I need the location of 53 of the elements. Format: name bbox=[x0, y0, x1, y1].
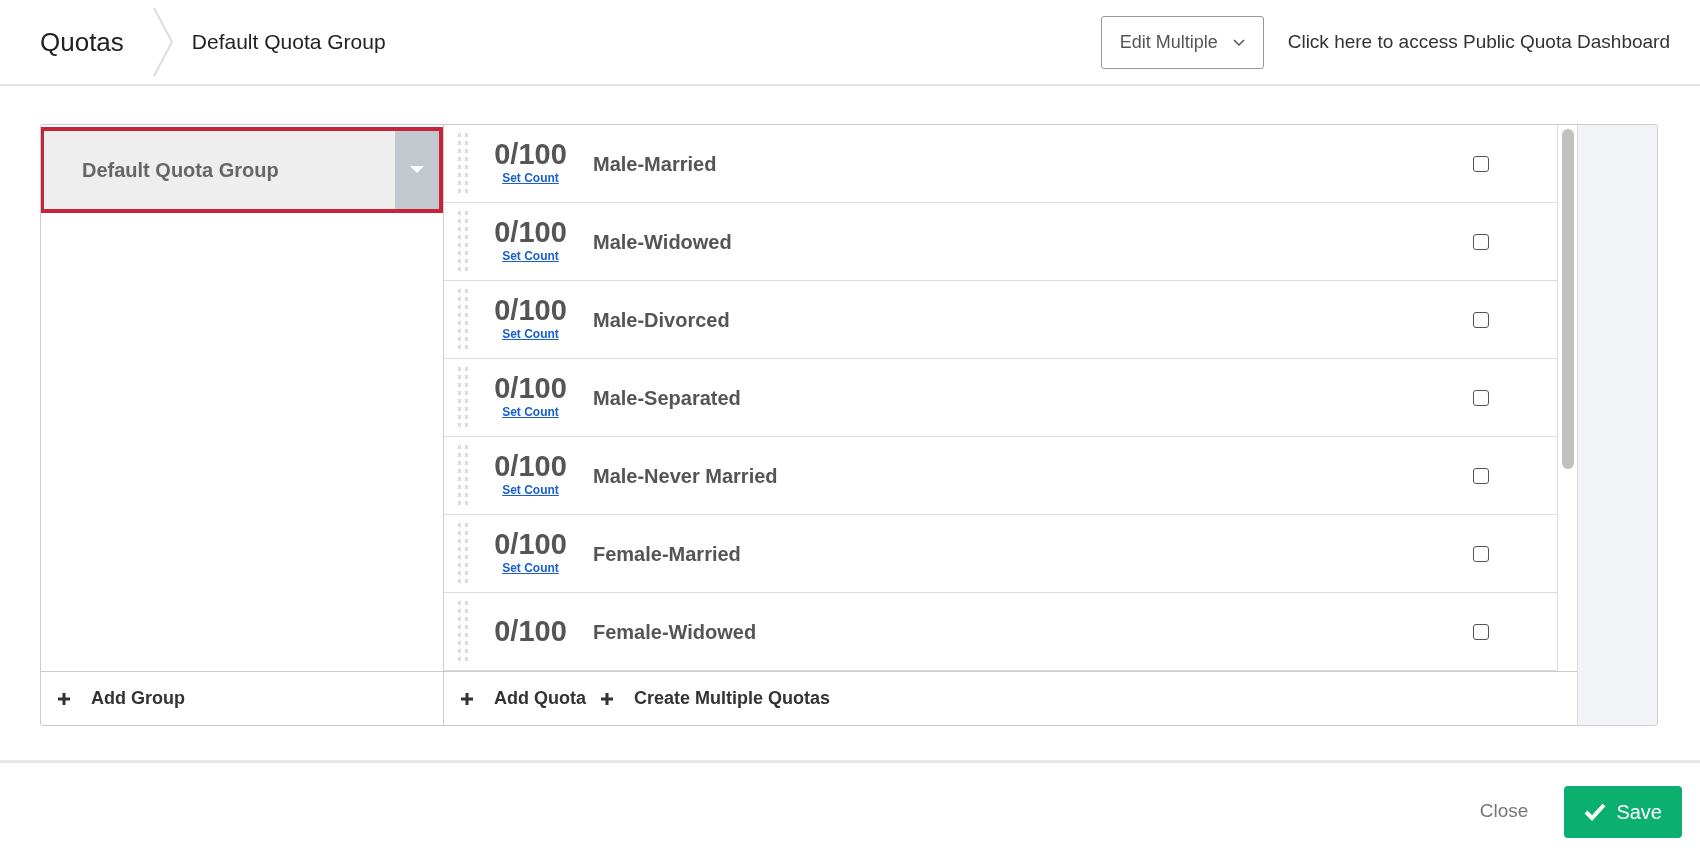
quota-name[interactable]: Female-Married bbox=[593, 538, 1473, 569]
plus-icon bbox=[600, 691, 614, 706]
dashboard-link[interactable]: Click here to access Public Quota Dashboard bbox=[1287, 27, 1670, 57]
quota-name[interactable]: Female-Widowed bbox=[593, 616, 1473, 647]
quota-count: 0/100 bbox=[494, 530, 567, 559]
quota-name[interactable]: Male-Divorced bbox=[593, 304, 1473, 335]
set-count-link[interactable]: Set Count bbox=[502, 325, 559, 343]
drag-handle-icon[interactable] bbox=[458, 444, 468, 507]
quota-checkbox[interactable] bbox=[1473, 623, 1489, 640]
quota-action-button[interactable]: Add Quota bbox=[460, 685, 586, 712]
quota-group-item[interactable]: Default Quota Group bbox=[41, 127, 443, 213]
breadcrumb-link[interactable]: Quotas bbox=[40, 22, 124, 62]
add-group-button[interactable]: Add Group bbox=[57, 685, 185, 712]
quota-count: 0/100 bbox=[494, 452, 567, 481]
quota-checkbox[interactable] bbox=[1473, 545, 1489, 562]
drag-handle-icon[interactable] bbox=[458, 288, 468, 351]
quota-count: 0/100 bbox=[494, 296, 567, 325]
quota-checkbox[interactable] bbox=[1473, 233, 1489, 250]
quota-count: 0/100 bbox=[494, 140, 567, 169]
quota-checkbox[interactable] bbox=[1473, 311, 1489, 328]
drag-handle-icon[interactable] bbox=[458, 210, 468, 273]
quota-count: 0/100 bbox=[494, 374, 567, 403]
quota-name[interactable]: Male-Widowed bbox=[593, 226, 1473, 257]
plus-icon bbox=[460, 691, 474, 706]
edit-multiple-dropdown[interactable]: Edit Multiple bbox=[1100, 15, 1264, 69]
quota-checkbox[interactable] bbox=[1473, 155, 1489, 172]
dropdown-toggle-button[interactable] bbox=[395, 131, 439, 209]
drag-handle-icon[interactable] bbox=[458, 366, 468, 429]
set-count-link[interactable]: Set Count bbox=[502, 403, 559, 421]
checkmark-icon bbox=[1584, 802, 1607, 821]
scrollbar-thumb[interactable] bbox=[1562, 129, 1574, 469]
plus-icon bbox=[57, 691, 71, 706]
breadcrumb-current: Default Quota Group bbox=[191, 29, 386, 56]
quota-count: 0/100 bbox=[494, 617, 567, 646]
close-button[interactable]: Close bbox=[1473, 796, 1535, 827]
set-count-link[interactable]: Set Count bbox=[502, 169, 559, 187]
set-count-link[interactable]: Set Count bbox=[502, 481, 559, 499]
quota-count: 0/100 bbox=[494, 218, 567, 247]
drag-handle-icon[interactable] bbox=[458, 522, 468, 585]
quota-name[interactable]: Male-Separated bbox=[593, 382, 1473, 413]
breadcrumb-separator-icon bbox=[151, 6, 174, 78]
set-count-link[interactable]: Set Count bbox=[502, 559, 559, 577]
quota-name[interactable]: Male-Married bbox=[593, 148, 1473, 179]
chevron-down-icon bbox=[1232, 38, 1245, 47]
set-count-link[interactable]: Set Count bbox=[502, 247, 559, 265]
quota-checkbox[interactable] bbox=[1473, 389, 1489, 406]
drag-handle-icon[interactable] bbox=[458, 600, 468, 663]
drag-handle-icon[interactable] bbox=[458, 132, 468, 195]
quota-name[interactable]: Male-Never Married bbox=[593, 460, 1473, 491]
caret-icon bbox=[410, 166, 424, 174]
quota-group-label[interactable]: Default Quota Group bbox=[82, 155, 279, 185]
quota-action-button[interactable]: Create Multiple Quotas bbox=[600, 685, 831, 712]
quota-checkbox[interactable] bbox=[1473, 467, 1489, 484]
